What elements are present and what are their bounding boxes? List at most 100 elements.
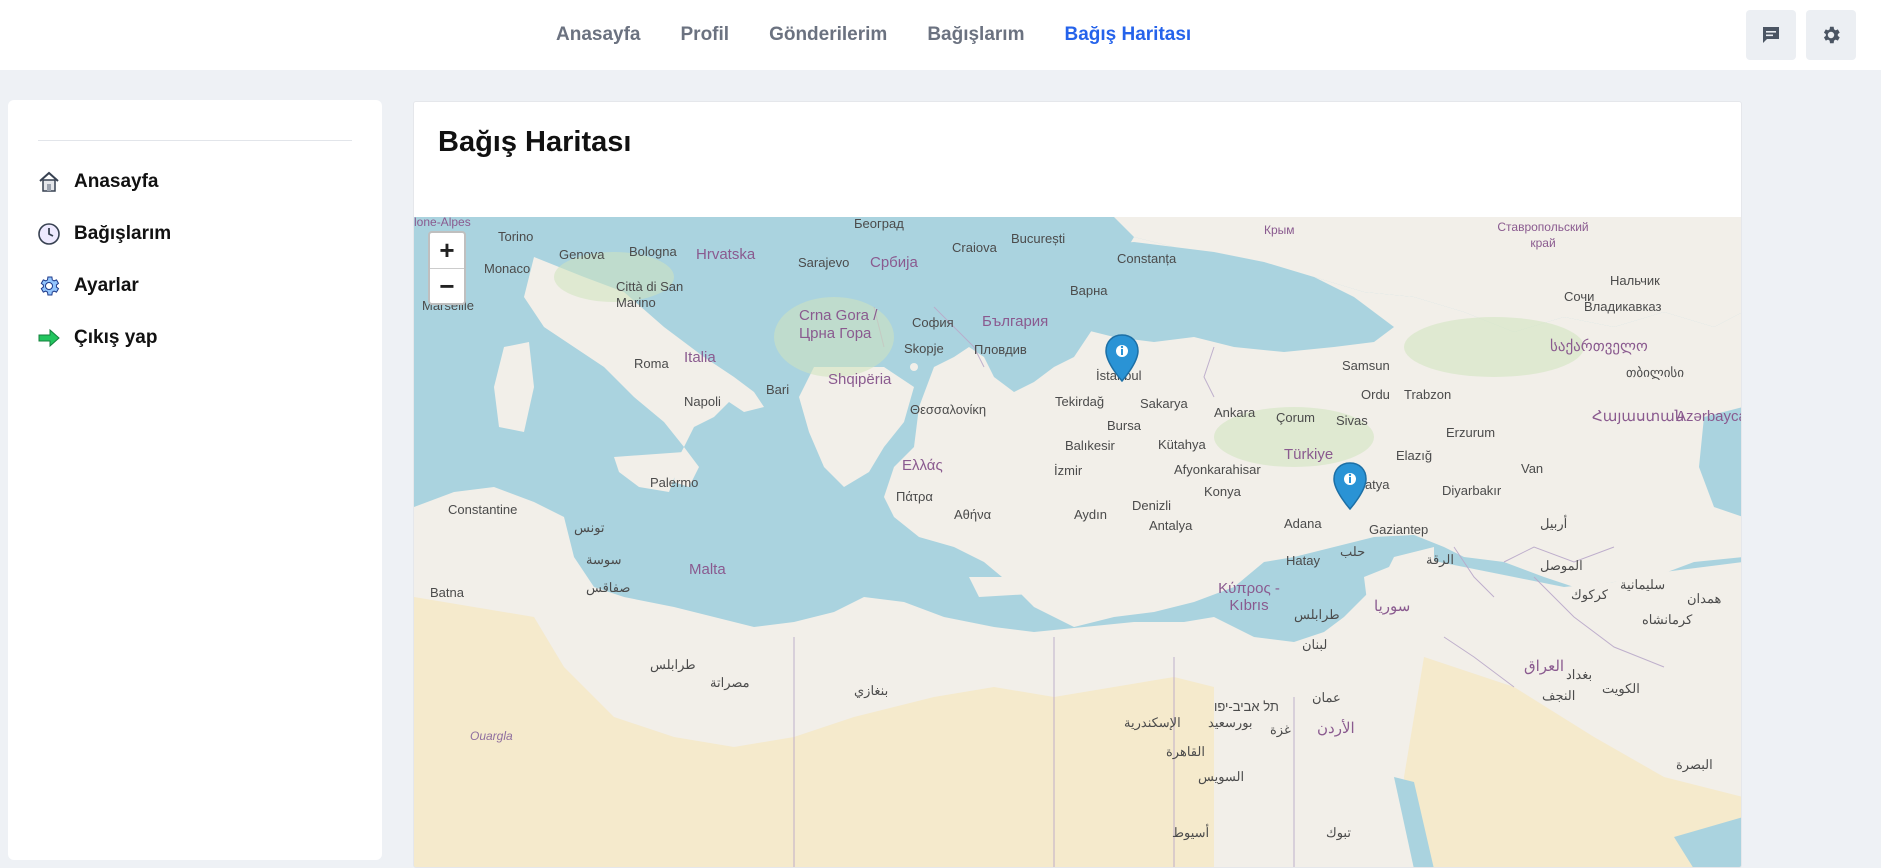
- map-label: صفاقس: [586, 580, 631, 595]
- map-label: Batna: [430, 585, 464, 600]
- sidebar-item-donations[interactable]: Bağışlarım: [36, 217, 171, 251]
- map-label: תל אביב-יפו: [1214, 699, 1279, 714]
- nav-posts[interactable]: Gönderilerim: [769, 24, 887, 46]
- map-label: طرابلس: [1294, 607, 1340, 622]
- map-marker-malatya[interactable]: [1331, 461, 1369, 513]
- map-label: თბილისი: [1626, 365, 1684, 380]
- map-label: Italia: [684, 349, 716, 366]
- map-label: كرمانشاه: [1642, 612, 1693, 627]
- sidebar-item-label: Anasayfa: [74, 171, 159, 192]
- map-label: Πάτρα: [896, 489, 933, 504]
- map-label: النجف: [1542, 688, 1576, 703]
- sidebar-divider: [38, 140, 352, 141]
- map-label: طرابلس: [650, 657, 696, 672]
- map-label: Constantine: [448, 502, 518, 517]
- map-label: Skopje: [904, 341, 944, 356]
- map-label: Erzurum: [1446, 425, 1496, 440]
- page-title: Bağış Haritası: [438, 126, 632, 158]
- map-label: لبنان: [1302, 637, 1328, 652]
- nav-home[interactable]: Anasayfa: [556, 24, 641, 46]
- map-label: Ordu: [1361, 387, 1390, 402]
- map-label: الموصل: [1540, 558, 1583, 573]
- map-label: Κύπρος - Kıbrıs: [1218, 580, 1280, 614]
- map-base-layer: [414, 217, 1741, 867]
- map-label: Samsun: [1342, 358, 1390, 373]
- map-label: Türkiye: [1284, 446, 1334, 463]
- map-label: القاهرة: [1166, 744, 1205, 759]
- map-label: Gaziantep: [1369, 522, 1429, 537]
- sidebar: Anasayfa Bağışlarım Ayarlar Çıkış yap: [8, 100, 382, 860]
- donation-map[interactable]: lone-Alpes Torino Genova Bologna Hrvatsk…: [414, 217, 1741, 867]
- gear-icon: [36, 273, 62, 299]
- sidebar-item-settings[interactable]: Ayarlar: [36, 269, 139, 303]
- map-label: Afyonkarahisar: [1174, 462, 1261, 477]
- map-label: Београд: [854, 217, 904, 231]
- map-label: سوسة: [586, 552, 622, 567]
- map-label: Shqipëria: [828, 371, 892, 388]
- map-label: الكويت: [1602, 681, 1640, 696]
- map-label: Hatay: [1286, 553, 1320, 568]
- map-label: بغداد: [1566, 667, 1593, 682]
- map-label: Crna Gora / Црна Гора: [799, 307, 878, 342]
- sidebar-item-label: Bağışlarım: [74, 223, 172, 244]
- messages-button[interactable]: [1746, 10, 1796, 60]
- map-label: Roma: [634, 356, 669, 371]
- clock-icon: [36, 221, 62, 247]
- settings-button[interactable]: [1806, 10, 1856, 60]
- map-label: Constanța: [1117, 251, 1177, 266]
- map-label: الإسكندرية: [1124, 715, 1181, 730]
- map-label: Нальчик: [1610, 273, 1660, 288]
- map-label: سوريا: [1374, 598, 1411, 615]
- map-label: Balıkesir: [1065, 438, 1115, 453]
- map-label: أسيوط: [1172, 825, 1210, 840]
- map-zoom-control: + −: [428, 231, 466, 305]
- map-label: مصراتة: [710, 675, 750, 690]
- gear-icon: [1823, 26, 1840, 44]
- map-label: تبوك: [1326, 825, 1351, 840]
- map-label: العراق: [1524, 658, 1565, 675]
- top-navbar: Anasayfa Profil Gönderilerim Bağışlarım …: [0, 0, 1881, 70]
- map-label: Torino: [498, 229, 534, 244]
- map-label: Tekirdağ: [1055, 394, 1105, 409]
- map-label: الرقة: [1426, 552, 1454, 567]
- map-label: Hrvatska: [696, 246, 756, 263]
- map-label: Ελλάς: [902, 457, 943, 474]
- map-label: Sivas: [1336, 413, 1368, 428]
- zoom-in-button[interactable]: +: [430, 233, 464, 268]
- map-label: Пловдив: [974, 342, 1027, 357]
- map-label: حلب: [1340, 544, 1366, 559]
- zoom-out-button[interactable]: −: [430, 268, 464, 303]
- map-label: Aydın: [1074, 507, 1108, 522]
- arrow-right-icon: [36, 325, 62, 351]
- nav-donations[interactable]: Bağışlarım: [927, 24, 1024, 46]
- map-label: Adana: [1284, 516, 1322, 531]
- map-marker-istanbul[interactable]: [1103, 333, 1141, 385]
- map-label: Palermo: [650, 475, 699, 490]
- map-label: Варна: [1070, 283, 1108, 298]
- map-label: السويس: [1198, 769, 1245, 784]
- home-icon: [36, 169, 62, 195]
- map-marker-icon: [1105, 334, 1139, 383]
- map-label: Ankara: [1214, 405, 1256, 420]
- map-label: Հայաստան: [1592, 408, 1685, 425]
- sidebar-item-home[interactable]: Anasayfa: [36, 165, 159, 199]
- map-label: تونس: [574, 520, 605, 535]
- map-label: غزة: [1270, 722, 1291, 737]
- map-label: Bursa: [1107, 418, 1141, 433]
- map-label: Craiova: [952, 240, 997, 255]
- map-label: Sarajevo: [798, 255, 850, 270]
- map-label: Bari: [766, 382, 790, 397]
- map-label: Ouargla: [470, 729, 513, 743]
- map-label: Sakarya: [1140, 396, 1188, 411]
- map-label: Napoli: [684, 394, 721, 409]
- map-label: București: [1011, 231, 1066, 246]
- map-label: İzmir: [1054, 463, 1083, 478]
- sidebar-item-label: Ayarlar: [74, 275, 139, 296]
- main-nav: Anasayfa Profil Gönderilerim Bağışlarım …: [556, 0, 1231, 70]
- donation-map-card: Bağış Haritası lone-Alpes Torino Genova …: [413, 101, 1742, 868]
- map-label: Antalya: [1149, 518, 1193, 533]
- nav-donation-map[interactable]: Bağış Haritası: [1064, 24, 1191, 46]
- nav-profile[interactable]: Profil: [681, 24, 730, 46]
- sidebar-item-logout[interactable]: Çıkış yap: [36, 321, 157, 355]
- map-label: Azərbaycan: [1676, 408, 1741, 425]
